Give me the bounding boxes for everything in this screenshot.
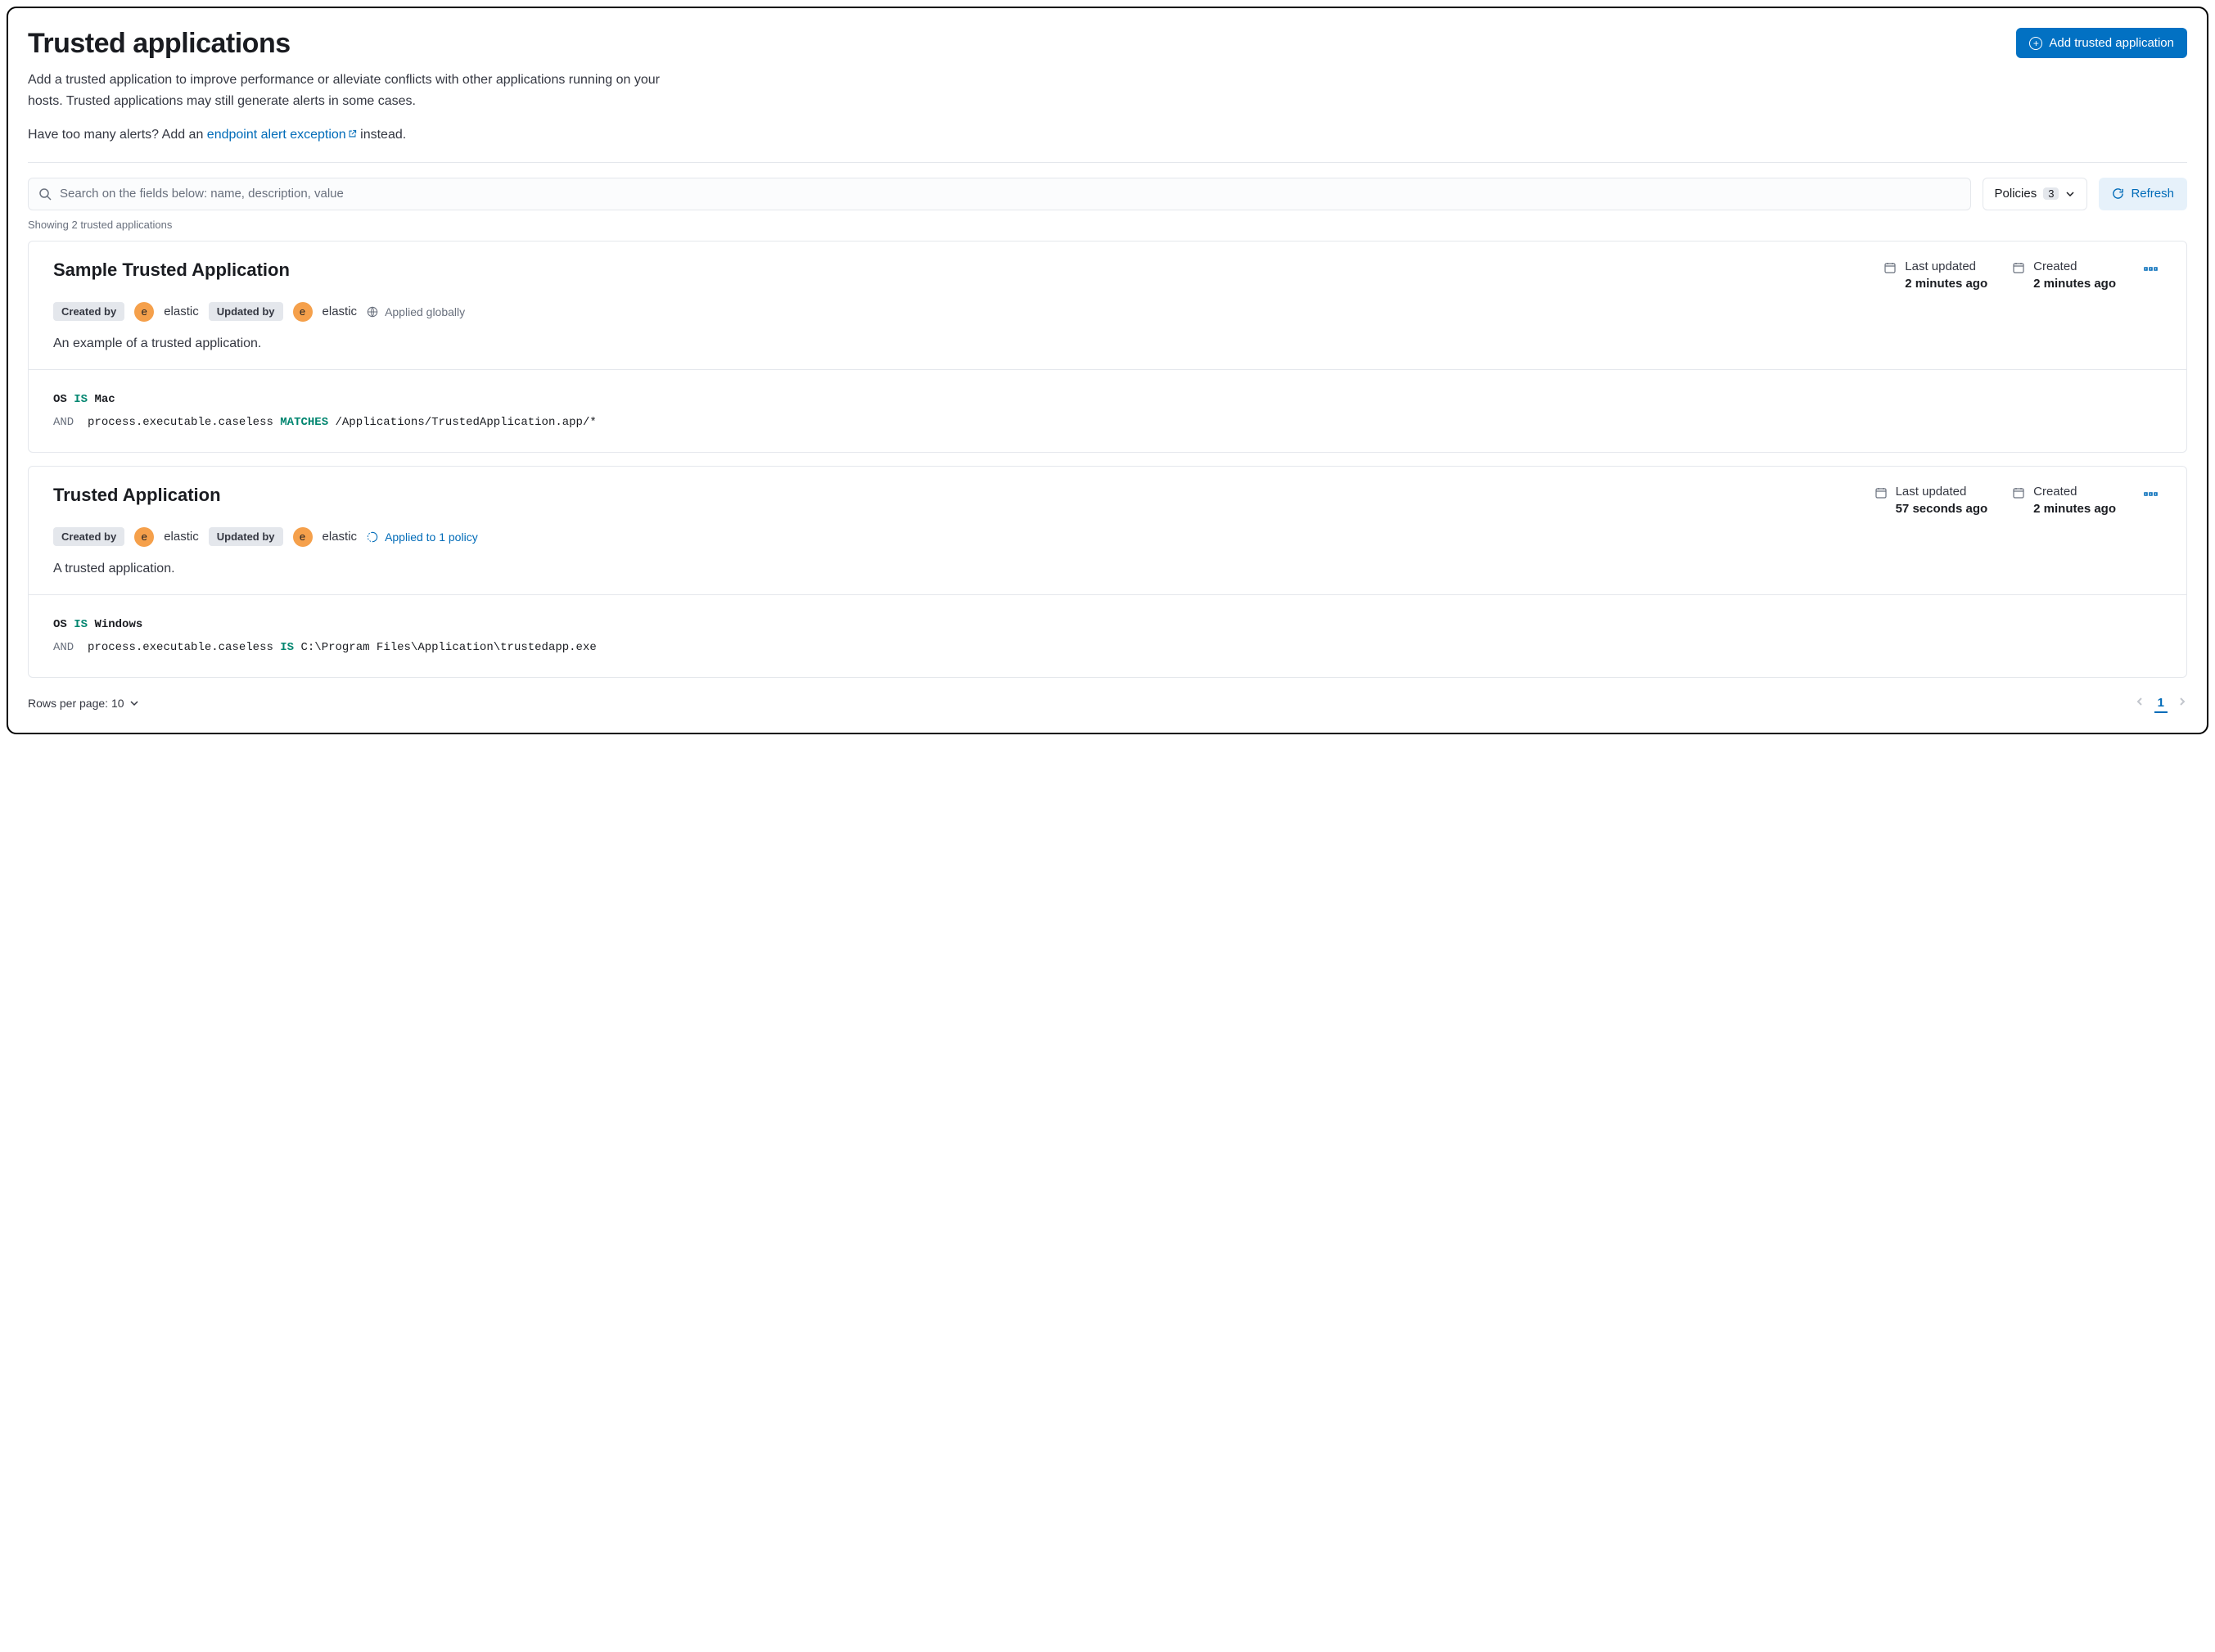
card-description: An example of a trusted application. (53, 336, 2162, 351)
page-title: Trusted applications (28, 28, 291, 60)
divider (28, 162, 2187, 163)
updated-by-user: elastic (323, 305, 358, 318)
refresh-button[interactable]: Refresh (2099, 178, 2187, 210)
search-input[interactable] (52, 187, 1960, 201)
refresh-label: Refresh (2131, 187, 2174, 201)
updated-by-badge: Updated by (209, 527, 283, 546)
created-by-avatar: e (134, 527, 154, 547)
card-conditions: OS IS Windows AND process.executable.cas… (29, 594, 2186, 677)
add-button-label: Add trusted application (2049, 36, 2174, 50)
updated-by-user: elastic (323, 530, 358, 544)
scope-label: Applied globally (385, 305, 465, 318)
applied-policy-link[interactable]: Applied to 1 policy (367, 530, 478, 544)
created-by-user: elastic (164, 305, 199, 318)
updated-by-badge: Updated by (209, 302, 283, 321)
chevron-down-icon (129, 698, 139, 708)
chevron-left-icon (2135, 697, 2145, 706)
trusted-app-card: Trusted Application Last updated 57 seco… (28, 466, 2187, 678)
card-title: Sample Trusted Application (53, 260, 290, 281)
policies-label: Policies (1995, 187, 2037, 201)
page-description-1: Add a trusted application to improve per… (28, 70, 683, 111)
prev-page-button[interactable] (2135, 696, 2145, 711)
created-by-avatar: e (134, 302, 154, 322)
card-description: A trusted application. (53, 562, 2162, 576)
add-trusted-application-button[interactable]: + Add trusted application (2016, 28, 2187, 58)
policies-count-badge: 3 (2043, 187, 2059, 200)
created-by-badge: Created by (53, 302, 124, 321)
showing-count-text: Showing 2 trusted applications (28, 219, 2187, 231)
last-updated-label: Last updated (1896, 485, 1988, 499)
more-actions-button[interactable] (2141, 485, 2162, 506)
chevron-right-icon (2177, 697, 2187, 706)
last-updated-label: Last updated (1905, 260, 1987, 273)
created-by-badge: Created by (53, 527, 124, 546)
next-page-button[interactable] (2177, 696, 2187, 711)
plus-circle-icon: + (2029, 37, 2042, 50)
created-value: 2 minutes ago (2033, 277, 2116, 291)
rows-per-page-label: Rows per page: 10 (28, 697, 124, 710)
page-description-2: Have too many alerts? Add an endpoint al… (28, 124, 683, 146)
chevron-down-icon (2065, 189, 2075, 199)
created-value: 2 minutes ago (2033, 502, 2116, 516)
endpoint-alert-exception-link[interactable]: endpoint alert exception (207, 128, 357, 142)
boxes-horizontal-icon (2144, 265, 2159, 273)
boxes-horizontal-icon (2144, 490, 2159, 499)
created-label: Created (2033, 485, 2116, 499)
policies-filter-button[interactable]: Policies 3 (1983, 178, 2088, 210)
more-actions-button[interactable] (2141, 260, 2162, 281)
card-title: Trusted Application (53, 485, 221, 506)
calendar-icon (1874, 486, 1888, 499)
trusted-app-card: Sample Trusted Application Last updated … (28, 241, 2187, 453)
calendar-icon (2012, 486, 2025, 499)
last-updated-value: 2 minutes ago (1905, 277, 1987, 291)
created-label: Created (2033, 260, 2116, 273)
calendar-icon (2012, 261, 2025, 274)
external-link-icon (348, 129, 357, 138)
rows-per-page-selector[interactable]: Rows per page: 10 (28, 697, 139, 710)
refresh-icon (2112, 187, 2124, 200)
page-number-current[interactable]: 1 (2154, 694, 2168, 713)
search-icon (38, 187, 52, 201)
globe-icon (367, 306, 378, 318)
scope-label: Applied to 1 policy (385, 530, 478, 544)
calendar-icon (1883, 261, 1897, 274)
created-by-user: elastic (164, 530, 199, 544)
search-box[interactable] (28, 178, 1971, 210)
partial-icon (367, 531, 378, 543)
card-conditions: OS IS Mac AND process.executable.caseles… (29, 369, 2186, 452)
last-updated-value: 57 seconds ago (1896, 502, 1988, 516)
updated-by-avatar: e (293, 527, 313, 547)
updated-by-avatar: e (293, 302, 313, 322)
